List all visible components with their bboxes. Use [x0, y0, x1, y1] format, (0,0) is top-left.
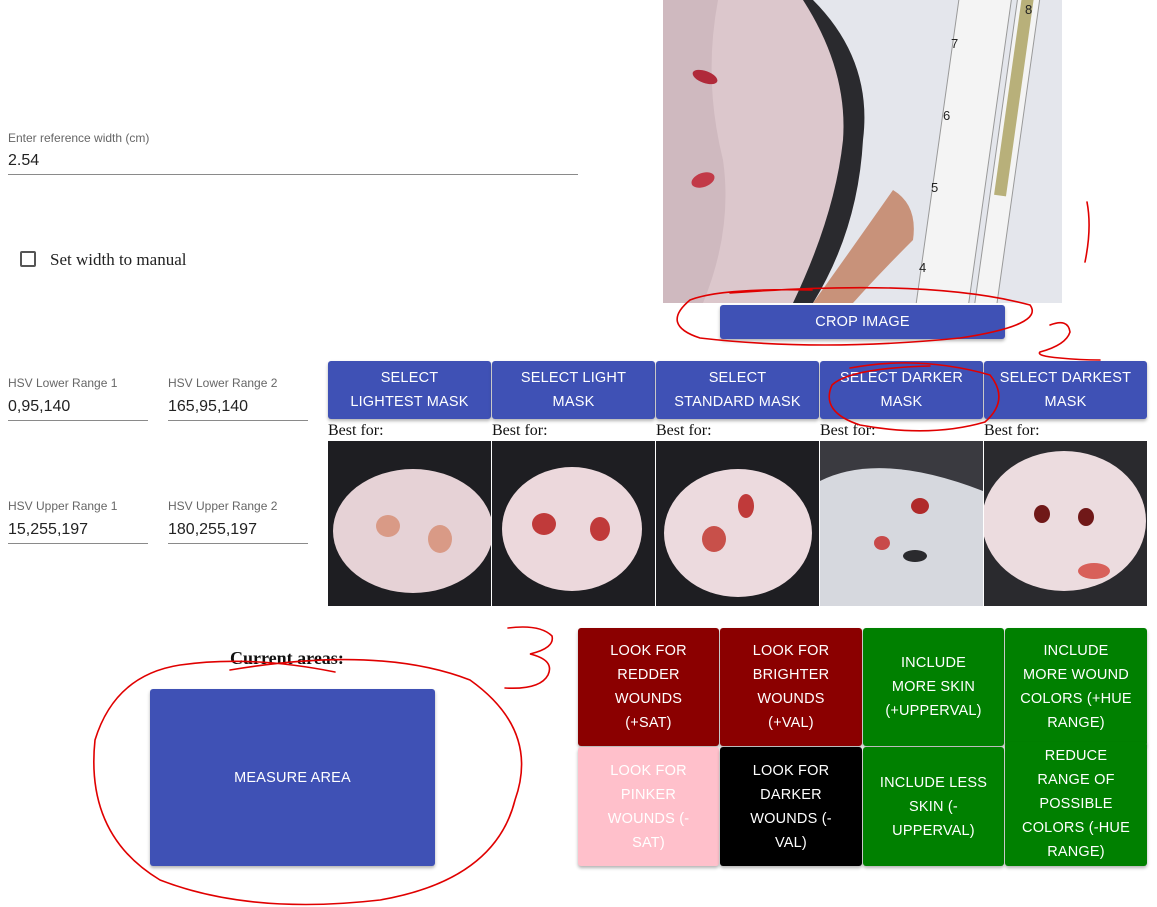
ruler-number-4: 4 — [919, 260, 926, 275]
more-skin-button[interactable]: INCLUDE MORE SKIN (+UPPERVAL) — [863, 628, 1004, 746]
hsv-lower-2-label: HSV Lower Range 2 — [168, 376, 278, 390]
less-skin-label: INCLUDE LESS SKIN (- UPPERVAL) — [879, 774, 988, 839]
brighter-wounds-button[interactable]: LOOK FOR BRIGHTER WOUNDS (+VAL) — [720, 628, 862, 746]
light-example-image — [492, 441, 655, 606]
fewer-colors-button[interactable]: REDUCE RANGE OF POSSIBLE COLORS (-HUE RA… — [1005, 742, 1147, 866]
manual-width-checkbox[interactable] — [20, 251, 36, 267]
ruler-number-5: 5 — [931, 180, 938, 195]
ruler-number-6: 6 — [943, 108, 950, 123]
select-darker-mask-button[interactable]: SELECT DARKER MASK — [820, 361, 983, 419]
measure-area-button[interactable]: MEASURE AREA — [150, 689, 435, 866]
hsv-lower-1-input[interactable] — [8, 398, 148, 421]
select-light-mask-label: SELECT LIGHT MASK — [520, 370, 627, 410]
darkest-example-image — [984, 441, 1147, 606]
best-for-standard: Best for: — [656, 422, 712, 439]
annotation-number-three — [504, 626, 554, 690]
manual-width-label: Set width to manual — [50, 250, 187, 269]
annotation-mark-one — [1084, 201, 1090, 263]
redder-wounds-button[interactable]: LOOK FOR REDDER WOUNDS (+SAT) — [578, 628, 719, 746]
lightest-example-image — [328, 441, 491, 606]
more-colors-button[interactable]: INCLUDE MORE WOUND COLORS (+HUE RANGE) — [1005, 628, 1147, 746]
hsv-upper-2-input[interactable] — [168, 521, 308, 544]
best-for-lightest: Best for: — [328, 422, 384, 439]
current-areas-heading: Current areas: — [230, 648, 344, 668]
darker-wounds-button[interactable]: LOOK FOR DARKER WOUNDS (- VAL) — [720, 747, 862, 866]
select-lightest-mask-button[interactable]: SELECT LIGHTEST MASK — [328, 361, 491, 419]
best-for-darkest: Best for: — [984, 422, 1040, 439]
select-standard-mask-label: SELECT STANDARD MASK — [674, 370, 801, 410]
pinker-wounds-label: LOOK FOR PINKER WOUNDS (- SAT) — [607, 762, 690, 851]
measure-area-label: MEASURE AREA — [234, 769, 351, 786]
crop-image-button[interactable]: CROP IMAGE — [720, 305, 1005, 339]
hsv-lower-1-label: HSV Lower Range 1 — [8, 376, 118, 390]
more-skin-label: INCLUDE MORE SKIN (+UPPERVAL) — [885, 655, 982, 719]
darker-wounds-label: LOOK FOR DARKER WOUNDS (- VAL) — [750, 762, 832, 851]
select-light-mask-button[interactable]: SELECT LIGHT MASK — [492, 361, 655, 419]
select-standard-mask-button[interactable]: SELECT STANDARD MASK — [656, 361, 819, 419]
select-darker-mask-label: SELECT DARKER MASK — [839, 370, 964, 410]
select-lightest-mask-label: SELECT LIGHTEST MASK — [350, 370, 469, 410]
hsv-lower-2-input[interactable] — [168, 398, 308, 421]
hsv-upper-1-input[interactable] — [8, 521, 148, 544]
standard-example-image — [656, 441, 819, 606]
wound-photo-image: 8 7 6 5 4 — [663, 0, 1062, 303]
brighter-wounds-label: LOOK FOR BRIGHTER WOUNDS (+VAL) — [752, 643, 830, 731]
fewer-colors-label: REDUCE RANGE OF POSSIBLE COLORS (-HUE RA… — [1022, 748, 1130, 860]
annotation-number-two — [1038, 321, 1101, 361]
reference-width-input[interactable] — [8, 152, 578, 175]
select-darkest-mask-button[interactable]: SELECT DARKEST MASK — [984, 361, 1147, 419]
best-for-light: Best for: — [492, 422, 548, 439]
select-darkest-mask-label: SELECT DARKEST MASK — [999, 370, 1132, 410]
less-skin-button[interactable]: INCLUDE LESS SKIN (- UPPERVAL) — [863, 747, 1004, 866]
best-for-darker: Best for: — [820, 422, 876, 439]
darker-example-image — [820, 441, 983, 606]
more-colors-label: INCLUDE MORE WOUND COLORS (+HUE RANGE) — [1020, 643, 1132, 731]
reference-width-label: Enter reference width (cm) — [8, 131, 150, 145]
hsv-upper-1-label: HSV Upper Range 1 — [8, 499, 118, 513]
ruler-number-7: 7 — [951, 36, 958, 51]
redder-wounds-label: LOOK FOR REDDER WOUNDS (+SAT) — [610, 643, 687, 731]
pinker-wounds-button[interactable]: LOOK FOR PINKER WOUNDS (- SAT) — [578, 747, 719, 866]
crop-image-label: CROP IMAGE — [815, 314, 910, 330]
ruler-number-8: 8 — [1025, 2, 1032, 17]
wound-photo[interactable]: 8 7 6 5 4 — [663, 0, 1062, 303]
hsv-upper-2-label: HSV Upper Range 2 — [168, 499, 278, 513]
